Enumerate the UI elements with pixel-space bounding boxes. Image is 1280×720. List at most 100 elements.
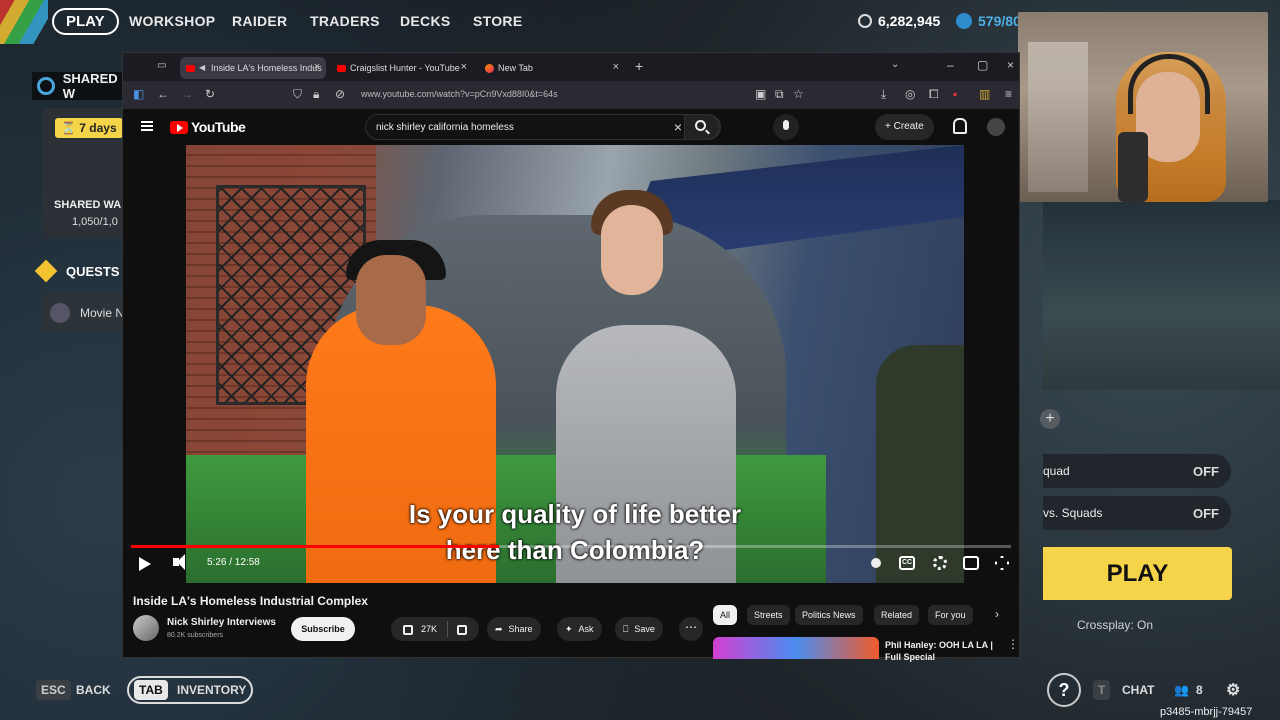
miniplayer-icon[interactable] [963,556,979,570]
new-tab-plus-icon[interactable]: + [635,58,643,74]
coin-balance: 6,282,945 [858,13,940,29]
clear-search-icon[interactable]: × [674,119,682,135]
tab-list-icon[interactable]: ▭ [157,60,166,71]
youtube-favicon-icon [337,64,346,72]
play-button[interactable]: PLAY [1043,547,1232,600]
save-button[interactable]: ⎕ Save [615,617,663,641]
reader-icon[interactable]: ▣ [755,87,766,101]
menu-icon[interactable]: ≡ [1005,87,1012,101]
notifications-bell-icon[interactable] [951,118,967,134]
account-icon[interactable]: ◎ [905,87,915,101]
youtube-logo[interactable]: YouTube [170,119,246,135]
chip-politics-news[interactable]: Politics News [795,605,863,625]
hamburger-menu-icon[interactable] [141,121,153,131]
settings-gear-icon[interactable] [933,556,947,570]
create-button[interactable]: + Create [875,114,934,140]
share-button[interactable]: ➦ Share [487,617,541,641]
voice-search-mic-icon[interactable] [773,114,799,140]
chip-streets[interactable]: Streets [747,605,790,625]
url-field[interactable]: www.youtube.com/watch?v=pCn9Vxd88I0&t=64… [361,89,558,99]
account-avatar[interactable] [987,118,1005,136]
add-squad-icon[interactable]: + [1040,409,1060,429]
channel-avatar[interactable] [133,615,159,641]
pip-icon[interactable]: ⧉ [775,87,784,102]
chip-all[interactable]: All [713,605,738,625]
webcam-overlay [1018,12,1268,202]
chip-related[interactable]: Related [874,605,920,625]
dislike-thumb-icon[interactable] [457,622,467,640]
chat-button[interactable]: CHAT [1122,683,1154,697]
channel-name[interactable]: Nick Shirley Interviews [167,617,276,628]
video-progress-bar[interactable] [131,545,1011,548]
video-player[interactable]: Is your quality of life better here than… [186,145,964,583]
hourglass-icon: ⏳ [61,121,80,135]
scene-man-head [356,255,426,345]
vs-squads-toggle[interactable]: vs. Squads OFF [1043,496,1231,530]
nav-workshop[interactable]: WORKSHOP [129,13,215,29]
nav-play-button[interactable]: PLAY [52,8,119,35]
extension-badge-icon[interactable]: ▪ [953,87,957,101]
forward-arrow-icon[interactable]: → [181,87,193,101]
captions-icon[interactable]: CC [899,556,915,570]
nav-store[interactable]: STORE [473,13,522,29]
chip-for-you[interactable]: For you [928,605,973,625]
fill-squad-toggle[interactable]: quad OFF [1043,454,1231,488]
nav-traders[interactable]: TRADERS [310,13,380,29]
lock-icon: 🔒︎ [313,87,320,101]
reload-icon[interactable]: ↻ [205,87,215,101]
search-box[interactable]: nick shirley california homeless × [365,114,721,140]
nav-decks[interactable]: DECKS [400,13,451,29]
like-thumb-icon[interactable] [403,622,413,640]
sidebar-icon[interactable]: ◧ [133,87,144,101]
tab-new[interactable]: New Tab × [479,57,625,79]
shield-icon[interactable]: ⛉ [293,87,302,102]
like-divider [447,621,448,637]
tab-craigslist[interactable]: Craigslist Hunter - YouTube × [331,57,473,79]
shared-card-label: SHARED WA [54,199,122,211]
like-count[interactable]: 27K [421,624,437,634]
tab-overflow-chevron-icon[interactable]: ⌄ [891,59,899,70]
shared-progress: 1,050/1,0 [72,216,118,228]
fullscreen-icon[interactable] [995,556,1009,570]
more-actions-icon[interactable]: ⋯ [679,617,703,641]
tab-title: New Tab [498,63,533,73]
quest-item[interactable]: Movie N [42,294,132,332]
tab-active[interactable]: ◀ Inside LA's Homeless Indus × [180,57,326,79]
close-window-icon[interactable]: × [1007,58,1014,72]
autoplay-toggle-icon[interactable] [871,558,881,568]
volume-icon[interactable] [173,554,185,570]
coin-icon [858,14,872,28]
credit-amount: 579/80 [978,13,1021,29]
caption-line-1: Is your quality of life better [408,499,742,529]
extensions-icon[interactable]: ⧠ [929,87,939,102]
back-arrow-icon[interactable]: ← [157,87,169,101]
tab-close-icon[interactable]: × [314,61,320,73]
minimize-icon[interactable]: – [947,58,954,72]
back-button[interactable]: BACK [76,683,111,697]
search-input[interactable]: nick shirley california homeless [376,122,514,133]
download-icon[interactable]: ⤓ [881,87,886,102]
chips-next-chevron-icon[interactable]: › [995,607,999,621]
recommended-more-icon[interactable]: ⋮ [1007,637,1019,651]
quests-label: QUESTS [66,263,120,279]
recommended-thumbnail[interactable] [713,637,879,659]
maximize-icon[interactable]: ▢ [977,58,988,72]
nav-raider[interactable]: RAIDER [232,13,287,29]
speaker-icon[interactable]: ◀ [199,64,207,72]
recommended-title[interactable]: Phil Hanley: OOH LA LA | Full Special [885,639,995,663]
bookmark-star-icon[interactable]: ☆ [793,87,804,101]
friends-icon[interactable]: 👥 [1174,683,1189,697]
ask-label: Ask [578,624,594,634]
settings-gear-icon[interactable]: ⚙ [1226,680,1240,700]
save-label: Save [634,624,655,634]
help-icon[interactable]: ? [1047,673,1081,707]
tab-close-icon[interactable]: × [613,61,619,73]
extension-bars-icon[interactable]: ▥ [979,87,990,101]
tab-close-icon[interactable]: × [461,61,467,73]
subscribe-button[interactable]: Subscribe [291,617,355,641]
mute-icon[interactable]: ⊘ [335,87,345,101]
search-button[interactable] [684,114,720,140]
squad-preview [1043,200,1280,390]
ask-button[interactable]: ✦ Ask [557,617,602,641]
play-icon[interactable] [139,557,151,571]
